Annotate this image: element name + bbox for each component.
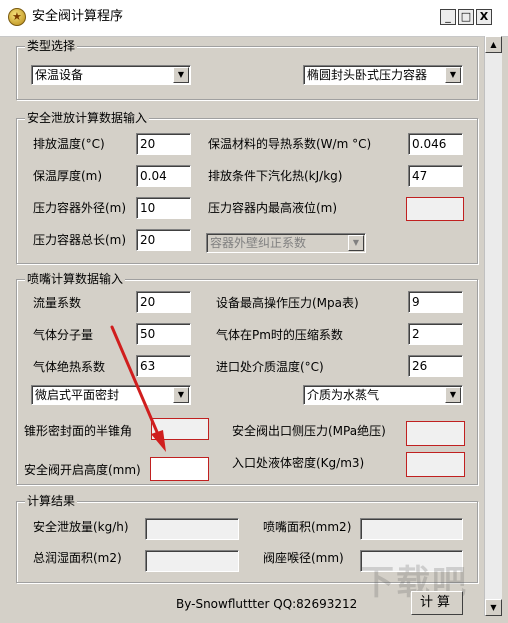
scroll-down-icon[interactable]: ▼ xyxy=(485,599,502,616)
calculate-button[interactable]: 计算 xyxy=(411,591,463,615)
scroll-up-icon[interactable]: ▲ xyxy=(485,36,502,53)
wetted-area-field[interactable] xyxy=(145,550,239,572)
relief-capacity-field[interactable] xyxy=(145,518,239,540)
results-title: 计算结果 xyxy=(25,493,78,509)
nozzle-area-field[interactable] xyxy=(360,518,463,540)
credit-text: By-Snowfluttter QQ:82693212 xyxy=(176,597,358,611)
vertical-scrollbar[interactable]: ▲ ▼ xyxy=(484,36,502,616)
nozzle-area-label: 喷嘴面积(mm2) xyxy=(263,520,352,534)
seat-throat-label: 阀座喉径(mm) xyxy=(263,551,344,565)
relief-capacity-label: 安全泄放量(kg/h) xyxy=(33,520,129,534)
wetted-area-label: 总润湿面积(m2) xyxy=(33,551,122,565)
